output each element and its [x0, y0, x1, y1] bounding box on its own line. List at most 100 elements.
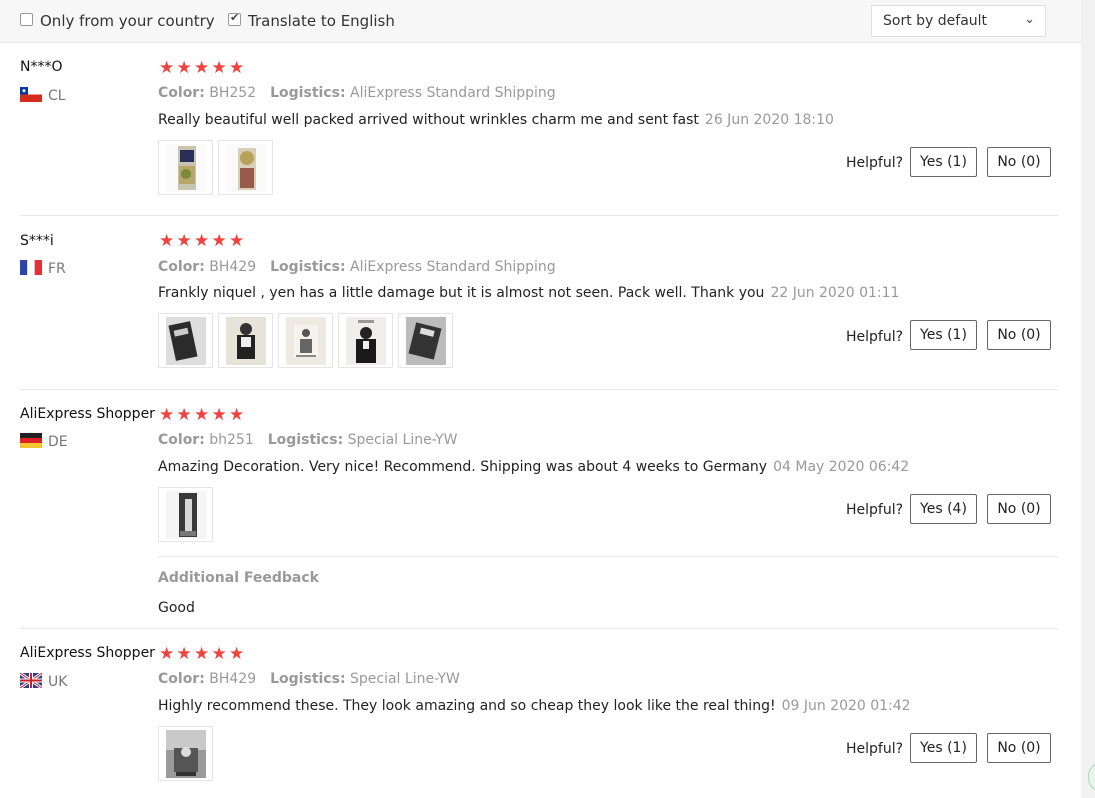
review-photo[interactable] — [218, 313, 273, 368]
order-details: Color: BH252 Logistics: AliExpress Standa… — [158, 85, 556, 101]
france-flag-icon — [20, 260, 42, 275]
logistics-label: Logistics: — [270, 85, 346, 101]
color-value: bh251 — [209, 432, 254, 448]
review-photo[interactable] — [278, 313, 333, 368]
divider — [20, 628, 1058, 629]
helpful-no-button[interactable]: No (0) — [987, 320, 1051, 350]
helpful-label: Helpful? — [846, 741, 904, 757]
review-photos — [158, 313, 458, 368]
review-photos — [158, 140, 278, 195]
review-text: Frankly niquel , yen has a little damage… — [158, 285, 899, 301]
helpful-yes-button[interactable]: Yes (1) — [910, 733, 977, 763]
logistics-value: AliExpress Standard Shipping — [350, 259, 556, 275]
star-icon: ★ — [229, 231, 245, 251]
star-icon: ★ — [211, 405, 227, 425]
order-details: Color: BH429 Logistics: Special Line-YW — [158, 671, 460, 687]
review-photo[interactable] — [218, 140, 273, 195]
only-country-checkbox[interactable] — [20, 13, 33, 26]
review-body: Amazing Decoration. Very nice! Recommend… — [158, 459, 768, 475]
divider — [20, 215, 1058, 216]
star-icon: ★ — [159, 231, 175, 251]
reviewer-name: S***i — [20, 233, 54, 249]
reviewer-name: AliExpress Shopper — [20, 645, 155, 661]
star-icon: ★ — [194, 405, 210, 425]
review-text: Really beautiful well packed arrived wit… — [158, 112, 834, 128]
divider — [158, 556, 1058, 557]
star-icon: ★ — [159, 58, 175, 78]
reviewer-country: DE — [20, 433, 68, 450]
filter-bar: Only from your country Translate to Engl… — [0, 0, 1081, 43]
sort-dropdown[interactable]: Sort by default ⌄ — [871, 5, 1046, 37]
star-icon: ★ — [159, 644, 175, 664]
reviewer-name: N***O — [20, 59, 63, 75]
review-photo[interactable] — [158, 726, 213, 781]
additional-feedback-text: Good — [158, 600, 195, 616]
color-value: BH429 — [209, 259, 257, 275]
star-icon: ★ — [229, 405, 245, 425]
review-body: Really beautiful well packed arrived wit… — [158, 112, 699, 128]
review-date: 04 May 2020 06:42 — [773, 459, 910, 475]
logistics-value: Special Line-YW — [350, 671, 460, 687]
feedback-panel: Only from your country Translate to Engl… — [0, 0, 1081, 798]
sort-value: Sort by default — [883, 13, 988, 29]
translate-label[interactable]: Translate to English — [248, 12, 395, 30]
star-icon: ★ — [176, 58, 192, 78]
logistics-label: Logistics: — [270, 671, 346, 687]
review-photo[interactable] — [158, 487, 213, 542]
germany-flag-icon — [20, 433, 42, 448]
additional-feedback-title: Additional Feedback — [158, 570, 319, 586]
helpful-no-button[interactable]: No (0) — [987, 147, 1051, 177]
star-icon: ★ — [159, 405, 175, 425]
review-date: 09 Jun 2020 01:42 — [781, 698, 911, 714]
color-label: Color: — [158, 85, 205, 101]
star-icon: ★ — [194, 644, 210, 664]
helpful-label: Helpful? — [846, 155, 904, 171]
review-photo[interactable] — [158, 313, 213, 368]
star-icon: ★ — [194, 231, 210, 251]
review-body: Highly recommend these. They look amazin… — [158, 698, 776, 714]
chile-flag-icon — [20, 87, 42, 102]
star-icon: ★ — [229, 644, 245, 664]
star-icon: ★ — [211, 231, 227, 251]
only-country-label[interactable]: Only from your country — [40, 12, 215, 30]
country-code: FR — [48, 261, 66, 277]
reviewer-country: CL — [20, 87, 66, 104]
logistics-label: Logistics: — [270, 259, 346, 275]
helpful-label: Helpful? — [846, 329, 904, 345]
star-icon: ★ — [176, 405, 192, 425]
scrollbar[interactable] — [1081, 0, 1095, 798]
order-details: Color: bh251 Logistics: Special Line-YW — [158, 432, 457, 448]
review-body: Frankly niquel , yen has a little damage… — [158, 285, 765, 301]
rating-stars: ★ ★ ★ ★ ★ — [159, 60, 247, 77]
helpful-yes-button[interactable]: Yes (1) — [910, 320, 977, 350]
logistics-value: AliExpress Standard Shipping — [350, 85, 556, 101]
helpful-yes-button[interactable]: Yes (1) — [910, 147, 977, 177]
review-photo[interactable] — [338, 313, 393, 368]
logistics-label: Logistics: — [267, 432, 344, 448]
reviewer-country: UK — [20, 673, 67, 690]
rating-stars: ★ ★ ★ ★ ★ — [159, 233, 247, 250]
reviewer-name: AliExpress Shopper — [20, 406, 155, 422]
country-code: DE — [48, 434, 68, 450]
color-value: BH429 — [209, 671, 257, 687]
helpful-label: Helpful? — [846, 502, 904, 518]
helpful-yes-button[interactable]: Yes (4) — [910, 494, 977, 524]
star-icon: ★ — [176, 231, 192, 251]
logistics-value: Special Line-YW — [347, 432, 458, 448]
uk-flag-icon — [20, 673, 42, 688]
helpful-no-button[interactable]: No (0) — [987, 494, 1051, 524]
rating-stars: ★ ★ ★ ★ ★ — [159, 407, 247, 424]
review-photo[interactable] — [398, 313, 453, 368]
helpful-no-button[interactable]: No (0) — [987, 733, 1051, 763]
color-label: Color: — [158, 432, 205, 448]
review-text: Amazing Decoration. Very nice! Recommend… — [158, 459, 909, 475]
reviewer-country: FR — [20, 260, 66, 277]
review-photo[interactable] — [158, 140, 213, 195]
country-code: UK — [48, 674, 68, 690]
review-date: 26 Jun 2020 18:10 — [704, 112, 834, 128]
color-value: BH252 — [209, 85, 257, 101]
translate-checkbox[interactable] — [228, 11, 241, 26]
review-date: 22 Jun 2020 01:11 — [770, 285, 900, 301]
star-icon: ★ — [211, 58, 227, 78]
star-icon: ★ — [229, 58, 245, 78]
